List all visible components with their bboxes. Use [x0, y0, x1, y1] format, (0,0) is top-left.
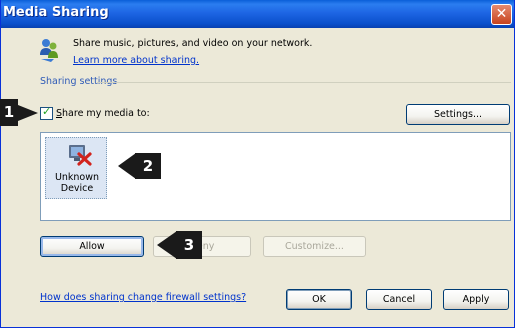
- share-media-checkbox[interactable]: ✓ Share my media to:: [40, 105, 150, 121]
- intro-text: Share music, pictures, and video on your…: [73, 38, 313, 49]
- share-checkbox-label: Share my media to:: [56, 108, 150, 119]
- callout-1-badge: 1: [0, 99, 18, 126]
- title-bar[interactable]: Media Sharing ✕: [1, 0, 514, 28]
- callout-1-arrow-icon: [18, 105, 38, 121]
- callout-3-badge: 3: [176, 231, 202, 259]
- device-name: Unknown Device: [54, 172, 100, 194]
- share-checkbox-box[interactable]: ✓: [40, 105, 53, 120]
- apply-button[interactable]: Apply: [443, 289, 509, 310]
- customize-button[interactable]: Customize...: [263, 236, 366, 257]
- device-item-unknown[interactable]: Unknown Device: [45, 137, 107, 199]
- media-sharing-dialog: Media Sharing ✕ Share music, pictures, a…: [0, 0, 515, 328]
- window-title: Media Sharing: [3, 5, 109, 20]
- group-divider: [97, 82, 511, 83]
- allow-button[interactable]: Allow: [40, 236, 144, 257]
- settings-button[interactable]: Settings...: [406, 104, 510, 125]
- firewall-help-link[interactable]: How does sharing change firewall setting…: [40, 292, 246, 303]
- unknown-device-icon: [69, 145, 92, 166]
- device-list[interactable]: Unknown Device: [40, 132, 511, 221]
- callout-2-badge: 2: [135, 153, 161, 179]
- ok-button[interactable]: OK: [286, 289, 352, 310]
- callout-2-arrow-icon: [118, 153, 136, 179]
- close-button[interactable]: ✕: [491, 4, 512, 25]
- sharing-users-icon: [40, 39, 58, 62]
- checkmark-icon: ✓: [42, 105, 52, 118]
- close-icon: ✕: [495, 6, 508, 22]
- cancel-button[interactable]: Cancel: [366, 289, 432, 310]
- callout-3-arrow-icon: [157, 231, 177, 259]
- learn-more-link[interactable]: Learn more about sharing.: [73, 55, 199, 66]
